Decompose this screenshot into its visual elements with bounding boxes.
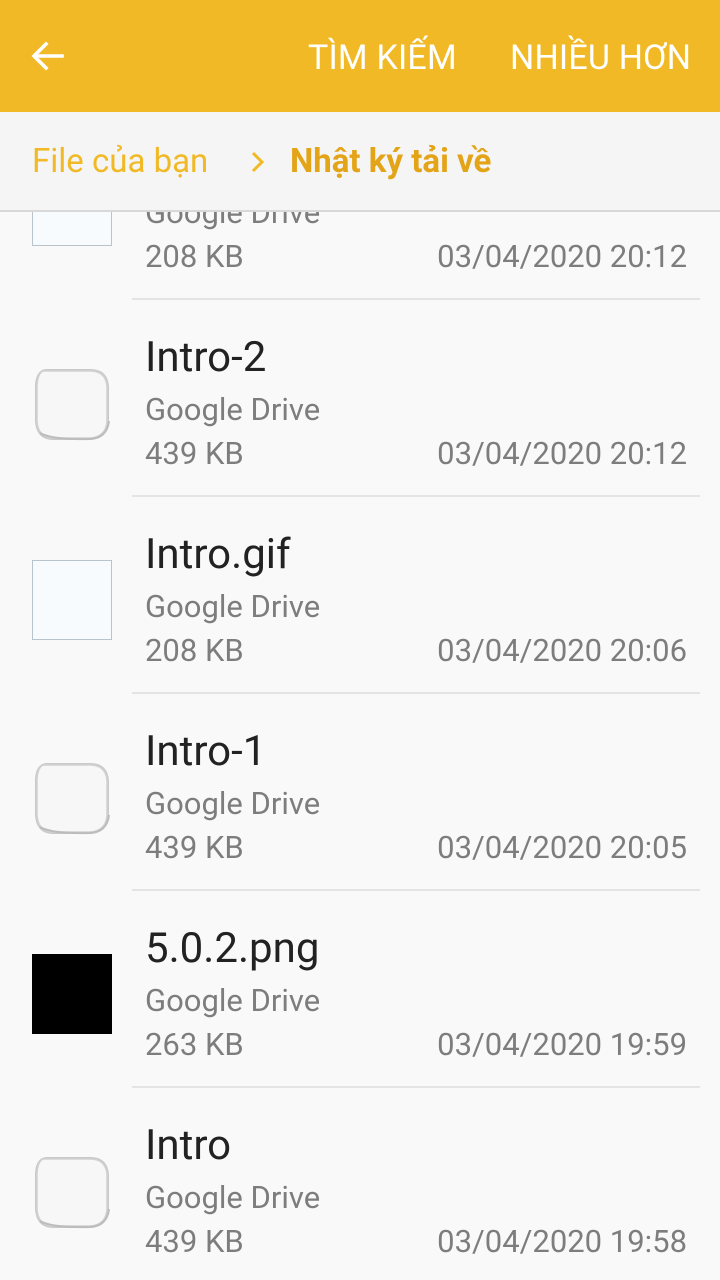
file-source: Google Drive: [145, 982, 321, 1019]
breadcrumb: File của bạn Nhật ký tải về: [0, 112, 720, 212]
file-source: Google Drive: [145, 212, 321, 231]
file-thumbnail: [32, 1151, 112, 1231]
arrow-left-icon: [31, 41, 64, 71]
file-source: Google Drive: [145, 1179, 321, 1216]
file-date: 03/04/2020 20:12: [437, 435, 687, 472]
file-name: 5.0.2.png: [145, 924, 320, 973]
file-list[interactable]: Intro.gif Google Drive 208 KB 03/04/2020…: [0, 212, 720, 1280]
file-source: Google Drive: [145, 588, 321, 625]
file-size: 208 KB: [145, 632, 244, 669]
more-button[interactable]: NHIỀU HƠN: [510, 36, 691, 80]
file-size: 439 KB: [145, 435, 244, 472]
file-row[interactable]: Intro.gif Google Drive 208 KB 03/04/2020…: [0, 212, 720, 300]
search-button[interactable]: TÌM KIẾM: [308, 36, 457, 80]
file-size: 439 KB: [145, 829, 244, 866]
file-row[interactable]: Intro-1 Google Drive 439 KB 03/04/2020 2…: [0, 694, 720, 891]
generic-file-icon: [35, 763, 110, 835]
file-manager-screen: TÌM KIẾM NHIỀU HƠN File của bạn Nhật ký …: [0, 0, 720, 1280]
file-date: 03/04/2020 20:06: [437, 632, 687, 669]
file-row[interactable]: Intro Google Drive 439 KB 03/04/2020 19:…: [0, 1088, 720, 1280]
file-date: 03/04/2020 19:59: [437, 1026, 687, 1063]
file-thumbnail: [32, 954, 112, 1034]
file-thumbnail: [32, 212, 112, 246]
file-size: 263 KB: [145, 1026, 244, 1063]
file-list-content: Intro.gif Google Drive 208 KB 03/04/2020…: [0, 212, 720, 1280]
file-thumbnail: [32, 363, 112, 443]
file-source: Google Drive: [145, 785, 321, 822]
file-size: 208 KB: [145, 238, 244, 275]
app-bar: TÌM KIẾM NHIỀU HƠN: [0, 0, 720, 112]
file-date: 03/04/2020 19:58: [437, 1223, 687, 1260]
file-thumbnail: [32, 757, 112, 837]
file-size: 439 KB: [145, 1223, 244, 1260]
generic-file-icon: [35, 1157, 110, 1229]
file-name: Intro-1: [145, 727, 267, 776]
file-thumbnail: [32, 560, 112, 640]
breadcrumb-root[interactable]: File của bạn: [32, 140, 208, 184]
file-name: Intro: [145, 1121, 232, 1170]
file-date: 03/04/2020 20:12: [437, 238, 687, 275]
file-date: 03/04/2020 20:05: [437, 829, 687, 866]
file-name: Intro-2: [145, 333, 267, 382]
file-row[interactable]: Intro-2 Google Drive 439 KB 03/04/2020 2…: [0, 300, 720, 497]
generic-file-icon: [35, 369, 110, 441]
file-row[interactable]: Intro.gif Google Drive 208 KB 03/04/2020…: [0, 497, 720, 694]
back-button[interactable]: [18, 26, 78, 86]
file-source: Google Drive: [145, 391, 321, 428]
file-row[interactable]: 5.0.2.png Google Drive 263 KB 03/04/2020…: [0, 891, 720, 1088]
file-name: Intro.gif: [145, 530, 291, 579]
breadcrumb-current: Nhật ký tải về: [290, 142, 492, 181]
chevron-right-icon: [251, 151, 265, 173]
